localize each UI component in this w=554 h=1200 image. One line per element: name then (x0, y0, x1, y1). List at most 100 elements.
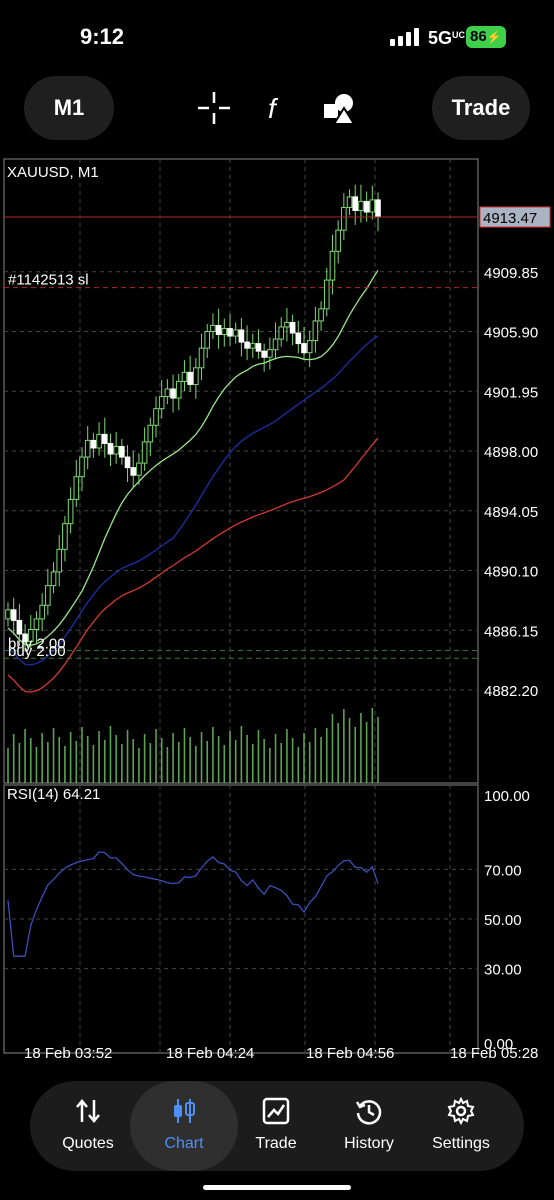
candle-bear (107, 442, 114, 455)
candle-bull (45, 585, 51, 606)
candle-bull (158, 396, 165, 410)
candle-bull (84, 439, 91, 458)
price-tick-label: 4901.95 (484, 384, 538, 401)
candle-bear (119, 445, 125, 458)
candle-bear (101, 433, 108, 444)
candle-bull (79, 456, 85, 478)
candle-bull (141, 441, 148, 464)
candle-bull (335, 229, 341, 252)
battery-icon: 86⚡ (466, 26, 506, 48)
candle-bull (181, 371, 188, 382)
candle-bear (215, 324, 222, 336)
candle-bear (363, 200, 370, 213)
svg-text:f: f (268, 93, 279, 124)
candle-bull (62, 523, 68, 550)
candle-bull (221, 327, 228, 336)
price-tick-label: 4890.10 (484, 564, 538, 581)
home-indicator (203, 1185, 351, 1190)
status-time: 9:12 (80, 24, 125, 49)
candle-bull (56, 548, 63, 573)
candle-bull (164, 388, 171, 398)
candle-bear (255, 343, 262, 352)
indicators-function-icon[interactable]: f (258, 90, 294, 126)
candle-bull (5, 609, 11, 620)
price-tick-label: 4894.05 (484, 504, 538, 521)
signal-icon (390, 28, 422, 46)
rsi-label: RSI(14) 64.21 (7, 786, 100, 803)
price-chart[interactable]: 4909.85 4905.90 4901.95 4898.00 4894.05 4890.… (0, 155, 554, 1062)
nav-chart[interactable]: Chart (130, 1081, 238, 1171)
chart-toolbar: M1 f Trade (0, 76, 554, 142)
price-tick-label: 4909.85 (484, 265, 538, 282)
chart-area[interactable]: 4909.85 4905.90 4901.95 4898.00 4894.05 4890.… (0, 155, 554, 1062)
candle-bull (318, 308, 324, 322)
history-clock-icon (355, 1100, 382, 1125)
nav-settings[interactable]: Settings (416, 1081, 506, 1171)
quotes-arrows-icon (76, 1099, 100, 1123)
candle-bull (204, 331, 211, 349)
status-bar: 9:12 5GUC 86⚡ (0, 0, 554, 70)
candle-bull (210, 324, 216, 333)
symbol-label: XAUUSD, M1 (7, 164, 99, 181)
rsi-tick-label: 50.00 (484, 912, 522, 929)
nav-chart-label: Chart (164, 1135, 204, 1152)
candlestick-chart-icon (174, 1099, 195, 1123)
bottom-nav: Quotes Chart Trade History Settings (30, 1081, 524, 1171)
time-tick-label: 18 Feb 04:56 (306, 1045, 394, 1060)
candle-bear (375, 199, 381, 218)
nav-trade-label: Trade (255, 1135, 297, 1152)
candle-bear (90, 439, 97, 449)
candle-bull (96, 433, 102, 449)
candle-bull (198, 347, 205, 369)
candle-bull (358, 200, 364, 211)
candle-bull (39, 604, 45, 620)
candle-bull (312, 320, 319, 342)
trade-chart-icon (262, 1097, 290, 1125)
candle-bear (244, 341, 250, 349)
crosshair-icon[interactable] (196, 90, 232, 126)
main-panel-frame (3, 158, 479, 784)
settings-gear-icon (447, 1097, 475, 1125)
candle-bull (67, 498, 74, 525)
candle-bull (267, 349, 273, 358)
candle-bear (170, 388, 176, 399)
rsi-tick-label: 30.00 (484, 962, 522, 979)
candle-bull (329, 250, 336, 281)
candle-bear (124, 456, 131, 469)
network-type: 5GUC (428, 28, 466, 48)
candle-bear (295, 332, 302, 345)
nav-trade[interactable]: Trade (231, 1081, 321, 1171)
candle-bear (238, 329, 245, 343)
nav-history[interactable]: History (324, 1081, 414, 1171)
candle-bull (153, 408, 159, 426)
candle-bear (352, 196, 359, 211)
trade-button[interactable]: Trade (432, 76, 530, 140)
nav-quotes-label: Quotes (62, 1135, 114, 1152)
ma-mid-line (7, 335, 379, 666)
candle-bull (323, 279, 330, 310)
candle-bear (130, 467, 137, 476)
candle-bear (187, 371, 193, 385)
rsi-line (7, 851, 379, 957)
nav-settings-label: Settings (432, 1135, 490, 1152)
rsi-tick-label: 100.00 (484, 788, 530, 805)
time-tick-label: 18 Feb 05:28 (450, 1045, 538, 1060)
nav-quotes[interactable]: Quotes (43, 1081, 133, 1171)
candle-bull (136, 462, 142, 476)
battery-level: 86 (470, 28, 487, 45)
candle-bear (301, 343, 307, 354)
nav-history-label: History (344, 1135, 394, 1152)
buy-order-label: buy 2.00 (8, 643, 66, 660)
candle-bear (16, 619, 23, 635)
timeframe-button[interactable]: M1 (24, 76, 114, 140)
candle-bull (346, 196, 353, 208)
objects-shapes-icon[interactable] (322, 90, 358, 126)
candle-bull (249, 343, 256, 349)
ma-fast-line (7, 269, 379, 646)
rsi-tick-label: 70.00 (484, 862, 522, 879)
candle-bull (175, 380, 182, 399)
price-tick-label: 4882.20 (484, 683, 538, 700)
candle-bear (10, 609, 17, 621)
time-tick-label: 18 Feb 04:24 (166, 1045, 254, 1060)
price-tick-label: 4905.90 (484, 325, 538, 342)
